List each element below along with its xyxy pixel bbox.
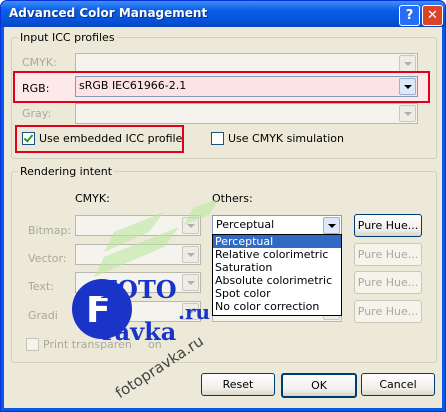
chevron-down-icon[interactable] [182,217,199,234]
watermark-logo-text-1: FOTO [100,275,177,304]
rgb-profile-select[interactable]: sRGB IEC61966-2.1 [75,76,418,97]
cancel-button[interactable]: Cancel [361,373,435,396]
input-profiles-legend: Input ICC profiles [20,31,115,44]
help-button[interactable]: ? [399,5,420,26]
option-relative-colorimetric[interactable]: Relative colorimetric [213,248,341,261]
chevron-down-icon[interactable] [182,246,199,263]
chevron-down-icon[interactable] [323,217,340,234]
cmyk-column-header: CMYK: [75,192,110,205]
option-absolute-colorimetric[interactable]: Absolute colorimetric [213,274,341,287]
pure-hue-button-gradient[interactable]: Pure Hue... [354,300,422,323]
option-spot-color[interactable]: Spot color [213,287,341,300]
watermark-logo-text-2: ravka [102,317,177,346]
cmyk-simulation-label[interactable]: Use CMYK simulation [228,132,344,145]
gray-profile-label: Gray: [22,107,52,120]
chevron-down-icon[interactable] [399,78,416,95]
bitmap-others-select[interactable]: Perceptual [212,215,342,236]
cmyk-profile-label: CMYK: [22,56,57,69]
use-embedded-profile-label[interactable]: Use embedded ICC profile [39,132,182,145]
text-label: Text: [28,280,54,293]
option-saturation[interactable]: Saturation [213,261,341,274]
bitmap-label: Bitmap: [28,224,72,237]
window-title: Advanced Color Management [9,6,208,20]
rgb-profile-label: RGB: [22,82,50,95]
option-perceptual[interactable]: Perceptual [213,235,341,248]
gradient-label: Gradi [28,309,58,322]
chevron-down-icon[interactable] [399,55,416,72]
print-transparent-checkbox[interactable] [26,338,39,351]
title-bar[interactable]: Advanced Color Management ? ✕ [1,1,445,27]
others-column-header: Others: [212,192,253,205]
pure-hue-button-bitmap[interactable]: Pure Hue... [354,214,422,237]
dialog-window: Advanced Color Management ? ✕ Input ICC … [0,0,446,412]
chevron-down-icon[interactable] [182,274,199,291]
rgb-profile-value: sRGB IEC61966-2.1 [79,79,187,92]
pure-hue-button-text[interactable]: Pure Hue... [354,271,422,294]
dialog-body: Input ICC profiles CMYK: RGB: sRGB IEC61… [4,27,442,408]
gray-profile-select[interactable] [75,103,418,124]
vector-cmyk-select[interactable] [75,244,201,265]
ok-button[interactable]: OK [281,373,357,398]
option-no-color-correction[interactable]: No color correction [213,300,341,313]
pure-hue-button-vector[interactable]: Pure Hue... [354,243,422,266]
rendering-intent-legend: Rendering intent [20,165,113,178]
bitmap-cmyk-select[interactable] [75,215,201,236]
watermark-logo-domain: .ru [178,300,211,324]
chevron-down-icon[interactable] [399,105,416,122]
cmyk-simulation-checkbox[interactable] [211,132,224,145]
reset-button[interactable]: Reset [201,373,275,396]
vector-label: Vector: [28,252,67,265]
bitmap-others-value: Perceptual [216,218,275,231]
use-embedded-profile-checkbox[interactable] [22,132,35,145]
close-button[interactable]: ✕ [422,5,443,26]
rendering-intent-dropdown-list[interactable]: Perceptual Relative colorimetric Saturat… [212,234,342,316]
